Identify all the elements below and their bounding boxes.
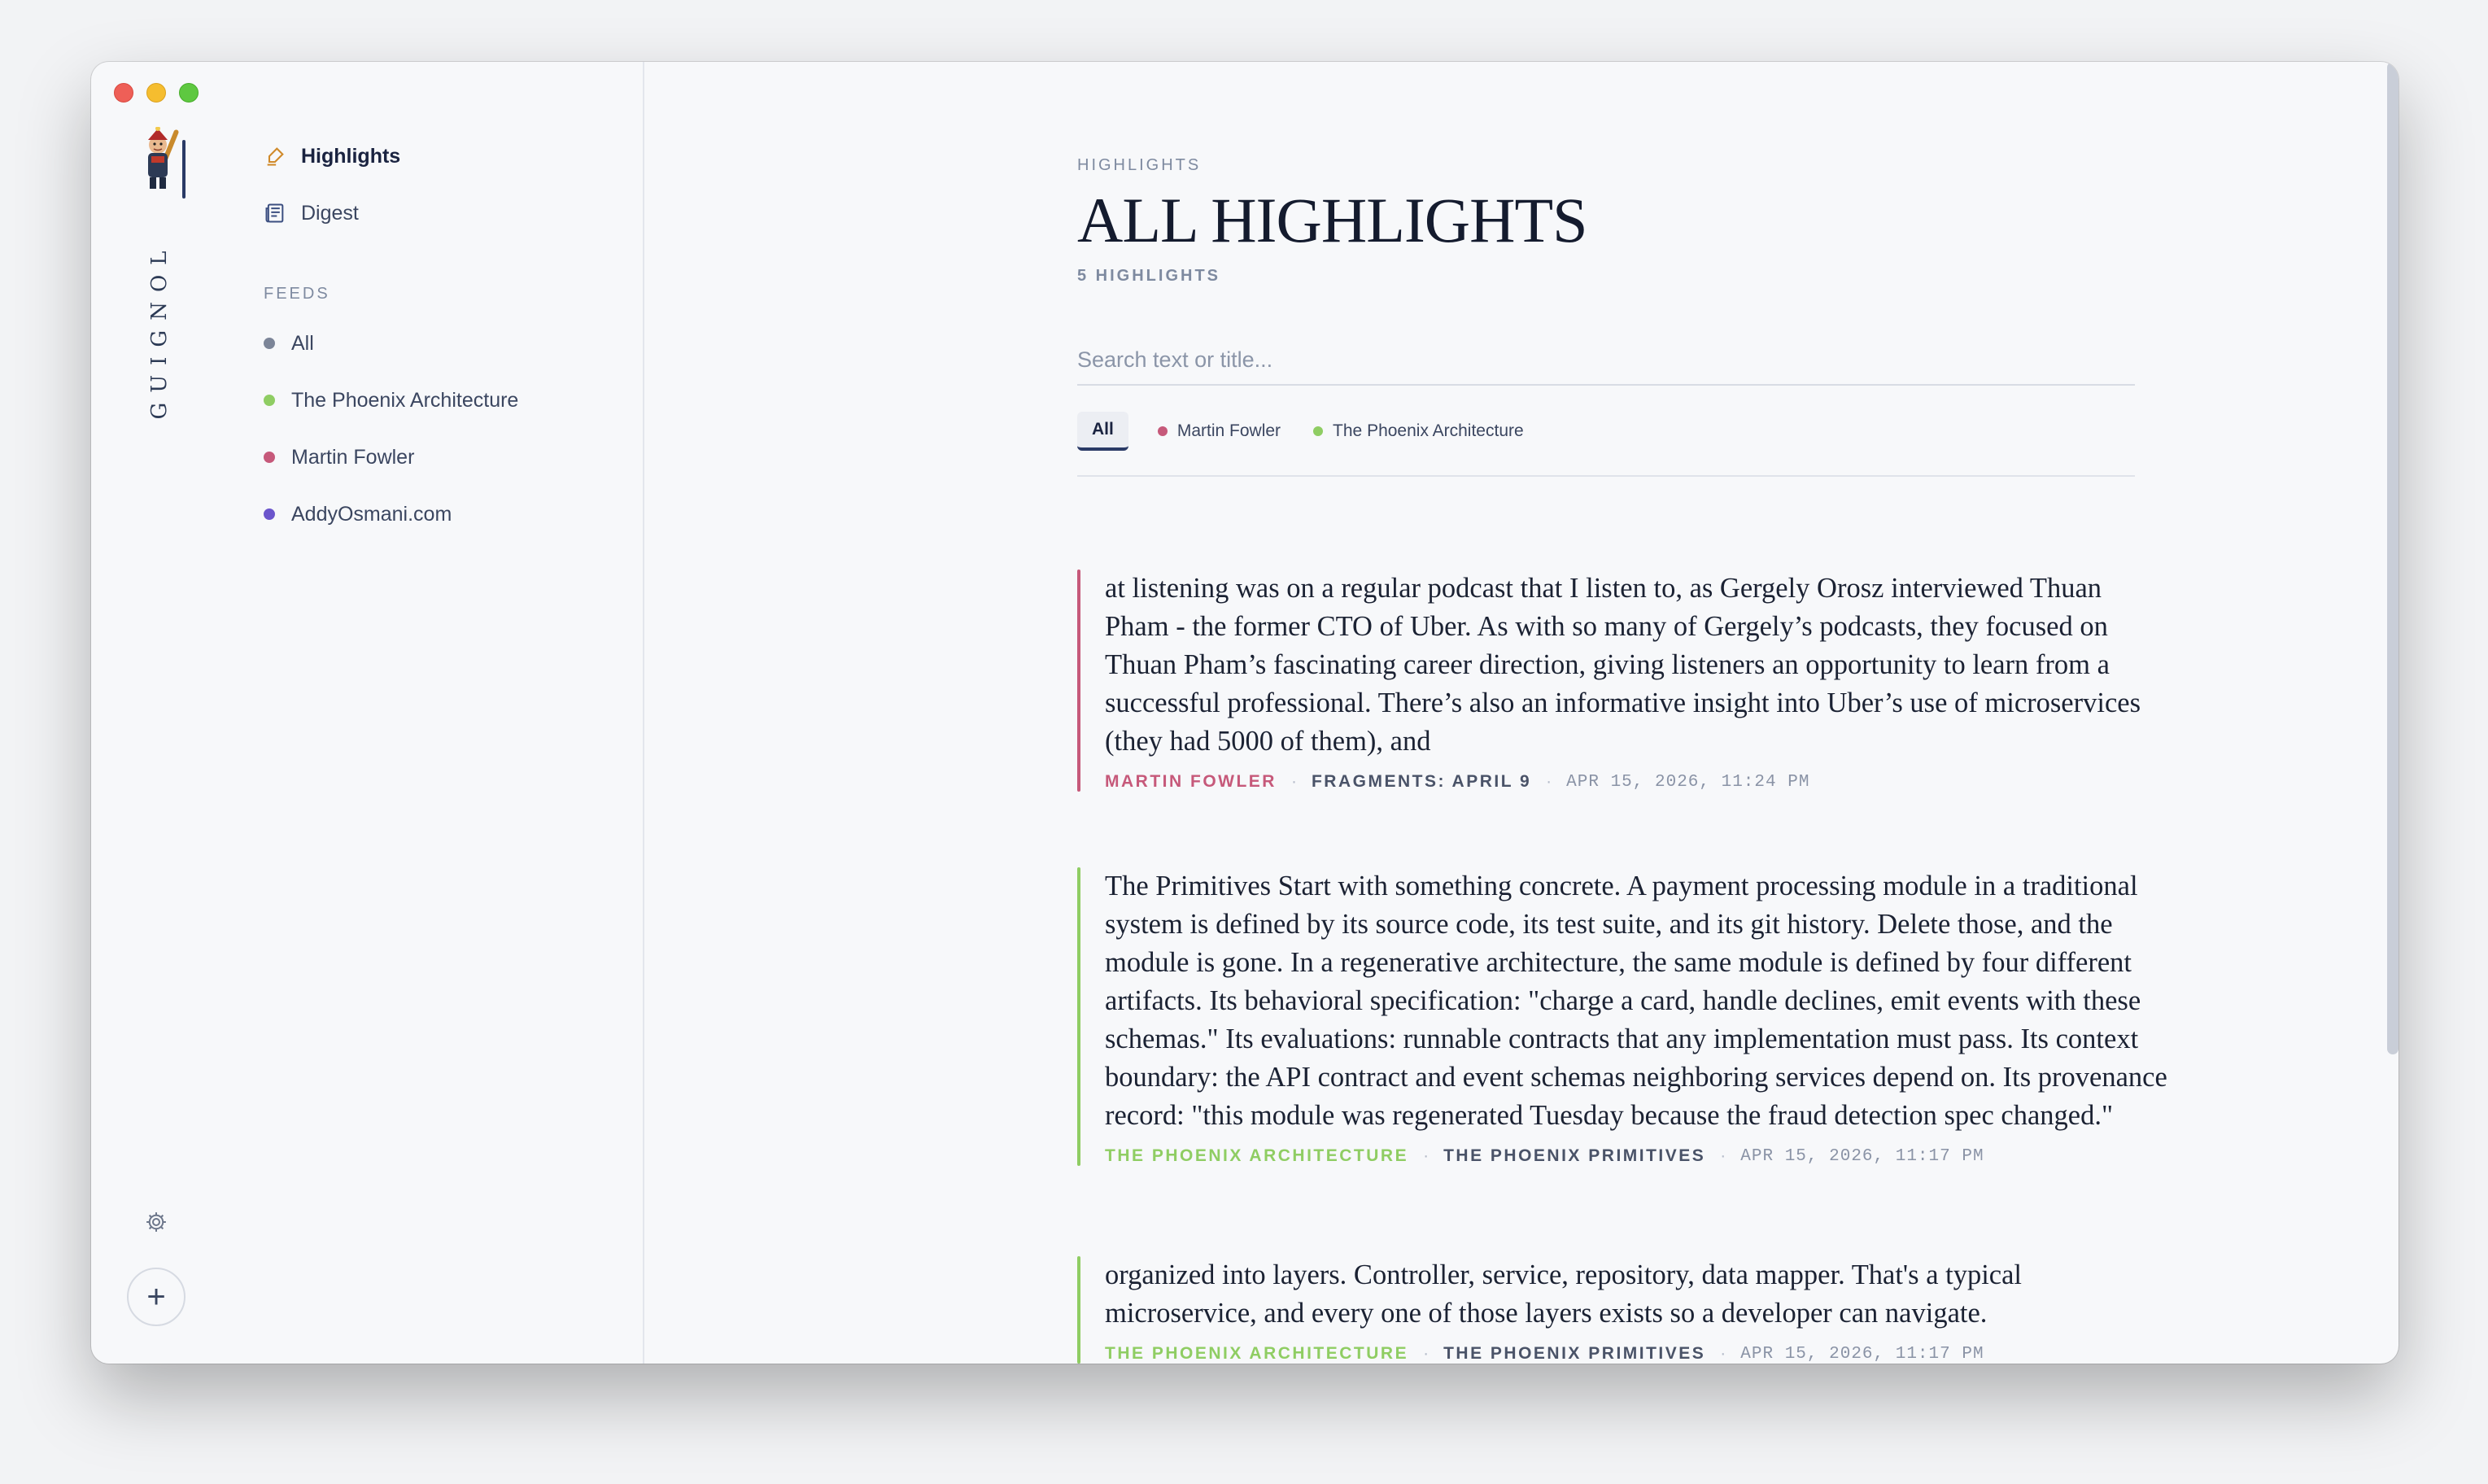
highlight-accent-bar [1077, 1256, 1080, 1364]
filter-phoenix-architecture[interactable]: The Phoenix Architecture [1310, 412, 1527, 451]
filter-tabs: All Martin Fowler The Phoenix Architectu… [1077, 412, 2135, 477]
app-rail: GUIGNOL + [91, 62, 221, 1364]
meta-separator: · [1546, 772, 1552, 791]
feed-color-dot [264, 338, 275, 349]
nav-digest-label: Digest [301, 201, 359, 225]
scrollbar[interactable] [2377, 62, 2399, 1364]
highlight-count: 5 HIGHLIGHTS [1077, 267, 1221, 285]
page-title: ALL HIGHLIGHTS [1077, 185, 1587, 255]
meta-separator: · [1720, 1146, 1726, 1165]
highlight-source[interactable]: THE PHOENIX ARCHITECTURE [1105, 1146, 1408, 1166]
highlight-card[interactable]: organized into layers. Controller, servi… [1077, 1256, 2167, 1364]
highlight-article[interactable]: FRAGMENTS: APRIL 9 [1312, 772, 1531, 792]
minimize-window-button[interactable] [146, 83, 166, 103]
feed-label: All [291, 331, 314, 355]
search-input[interactable] [1077, 335, 2135, 386]
feed-item-phoenix-architecture[interactable]: The Phoenix Architecture [264, 384, 518, 417]
feed-item-all[interactable]: All [264, 327, 314, 360]
maximize-window-button[interactable] [179, 83, 199, 103]
filter-all[interactable]: All [1077, 412, 1128, 451]
newspaper-icon [265, 203, 284, 223]
feed-label: Martin Fowler [291, 445, 415, 469]
nav-highlights-label: Highlights [301, 144, 401, 168]
section-eyebrow: HIGHLIGHTS [1077, 156, 1202, 174]
active-nav-indicator [182, 140, 186, 199]
highlighter-icon [267, 147, 284, 166]
close-window-button[interactable] [114, 83, 133, 103]
feed-color-dot [264, 395, 275, 406]
highlight-text: organized into layers. Controller, servi… [1105, 1259, 2023, 1329]
filter-label: Martin Fowler [1176, 421, 1281, 440]
highlight-card[interactable]: at listening was on a regular podcast th… [1077, 570, 2167, 792]
highlight-date: APR 15, 2026, 11:17 PM [1740, 1146, 1984, 1166]
filter-color-dot [1313, 426, 1324, 436]
meta-separator: · [1290, 772, 1297, 791]
meta-separator: · [1423, 1146, 1430, 1165]
highlight-article[interactable]: THE PHOENIX PRIMITIVES [1443, 1146, 1705, 1166]
highlight-meta: MARTIN FOWLER · FRAGMENTS: APRIL 9 · APR… [1105, 772, 2167, 792]
app-window: GUIGNOL + Highlights Digest FEEDS All Th… [91, 62, 2399, 1364]
highlight-article[interactable]: THE PHOENIX PRIMITIVES [1443, 1344, 1705, 1364]
main-content: HIGHLIGHTS ALL HIGHLIGHTS 5 HIGHLIGHTS A… [646, 62, 2399, 1364]
brand-wordmark: GUIGNOL [147, 241, 172, 420]
highlight-text: at listening was on a regular podcast th… [1105, 573, 2141, 757]
highlight-meta: THE PHOENIX ARCHITECTURE · THE PHOENIX P… [1105, 1146, 2167, 1166]
nav-highlights[interactable]: Highlights [264, 140, 400, 172]
scrollbar-thumb[interactable] [2387, 62, 2399, 1054]
meta-separator: · [1423, 1344, 1430, 1363]
window-controls [114, 83, 199, 103]
highlight-text: The Primitives Start with something conc… [1105, 871, 2167, 1131]
feed-color-dot [264, 452, 275, 463]
highlight-date: APR 15, 2026, 11:17 PM [1740, 1344, 1984, 1364]
filter-martin-fowler[interactable]: Martin Fowler [1155, 412, 1284, 451]
nav-digest[interactable]: Digest [264, 197, 359, 229]
highlight-date: APR 15, 2026, 11:24 PM [1566, 772, 1810, 792]
app-logo [133, 126, 186, 192]
feed-item-addyosmani[interactable]: AddyOsmani.com [264, 498, 452, 530]
feed-item-martin-fowler[interactable]: Martin Fowler [264, 441, 414, 474]
meta-separator: · [1720, 1344, 1726, 1363]
filter-label: The Phoenix Architecture [1333, 421, 1524, 440]
highlight-accent-bar [1077, 867, 1080, 1166]
settings-button[interactable] [142, 1207, 171, 1237]
highlight-meta: THE PHOENIX ARCHITECTURE · THE PHOENIX P… [1105, 1344, 2167, 1364]
highlight-card[interactable]: The Primitives Start with something conc… [1077, 867, 2167, 1166]
sidebar: Highlights Digest FEEDS All The Phoenix … [182, 62, 644, 1364]
feed-label: AddyOsmani.com [291, 502, 452, 526]
highlight-source[interactable]: THE PHOENIX ARCHITECTURE [1105, 1344, 1408, 1364]
highlight-accent-bar [1077, 570, 1080, 792]
feed-label: The Phoenix Architecture [291, 388, 519, 412]
filter-color-dot [1157, 426, 1168, 436]
filter-label: All [1092, 420, 1114, 439]
feeds-section-label: FEEDS [264, 285, 330, 303]
plus-icon: + [146, 1279, 166, 1315]
gear-icon [146, 1212, 166, 1232]
add-feed-button[interactable]: + [127, 1268, 186, 1326]
highlight-source[interactable]: MARTIN FOWLER [1105, 772, 1277, 792]
feed-color-dot [264, 508, 275, 520]
